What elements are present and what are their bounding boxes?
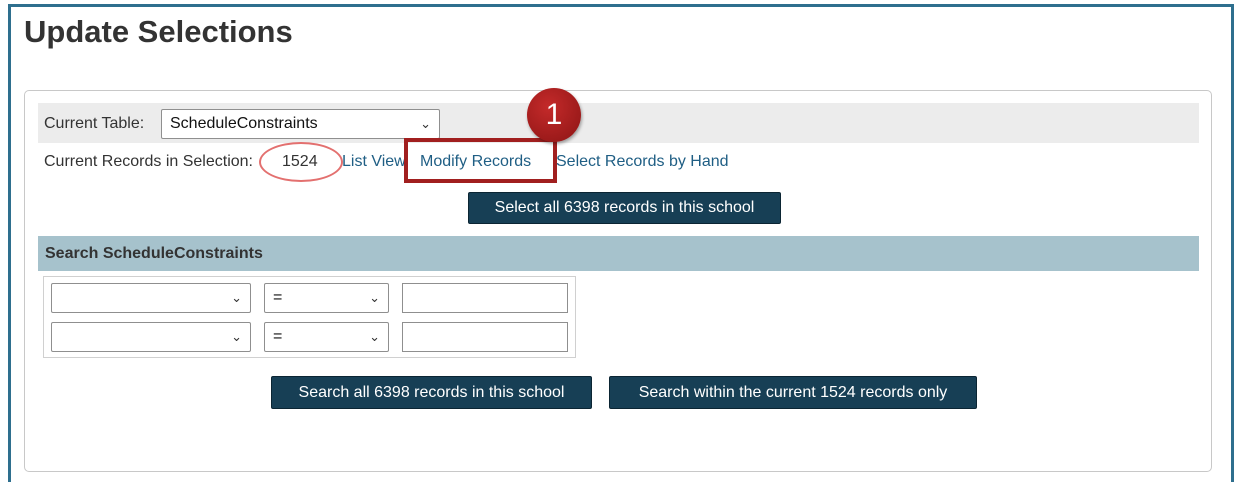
search-operator-select-1[interactable]: = ⌄ bbox=[264, 283, 389, 313]
annotation-ellipse bbox=[259, 142, 343, 182]
chevron-down-icon: ⌄ bbox=[231, 329, 242, 344]
select-all-records-button[interactable]: Select all 6398 records in this school bbox=[468, 192, 781, 224]
chevron-down-icon: ⌄ bbox=[369, 290, 380, 305]
search-operator-select-2[interactable]: = ⌄ bbox=[264, 322, 389, 352]
annotation-highlight-box bbox=[404, 138, 557, 183]
search-section-title: Search ScheduleConstraints bbox=[45, 245, 263, 262]
search-all-records-button[interactable]: Search all 6398 records in this school bbox=[271, 376, 592, 409]
page-title: Update Selections bbox=[24, 14, 293, 49]
chevron-down-icon: ⌄ bbox=[420, 116, 431, 131]
search-value-input-1[interactable] bbox=[402, 283, 568, 313]
current-table-select[interactable]: ScheduleConstraints ⌄ bbox=[161, 109, 440, 139]
annotation-step-badge: 1 bbox=[527, 88, 581, 142]
search-field-select-2[interactable]: ⌄ bbox=[51, 322, 251, 352]
chevron-down-icon: ⌄ bbox=[369, 329, 380, 344]
select-records-by-hand-link[interactable]: Select Records by Hand bbox=[556, 153, 729, 171]
search-within-current-button[interactable]: Search within the current 1524 records o… bbox=[609, 376, 977, 409]
search-value-input-2[interactable] bbox=[402, 322, 568, 352]
current-table-value: ScheduleConstraints bbox=[170, 115, 318, 132]
chevron-down-icon: ⌄ bbox=[231, 290, 242, 305]
list-view-link[interactable]: List View bbox=[342, 153, 406, 171]
current-table-label: Current Table: bbox=[44, 115, 145, 132]
search-section-header: Search ScheduleConstraints bbox=[38, 236, 1199, 271]
records-label: Current Records in Selection: bbox=[44, 153, 253, 170]
search-field-select-1[interactable]: ⌄ bbox=[51, 283, 251, 313]
